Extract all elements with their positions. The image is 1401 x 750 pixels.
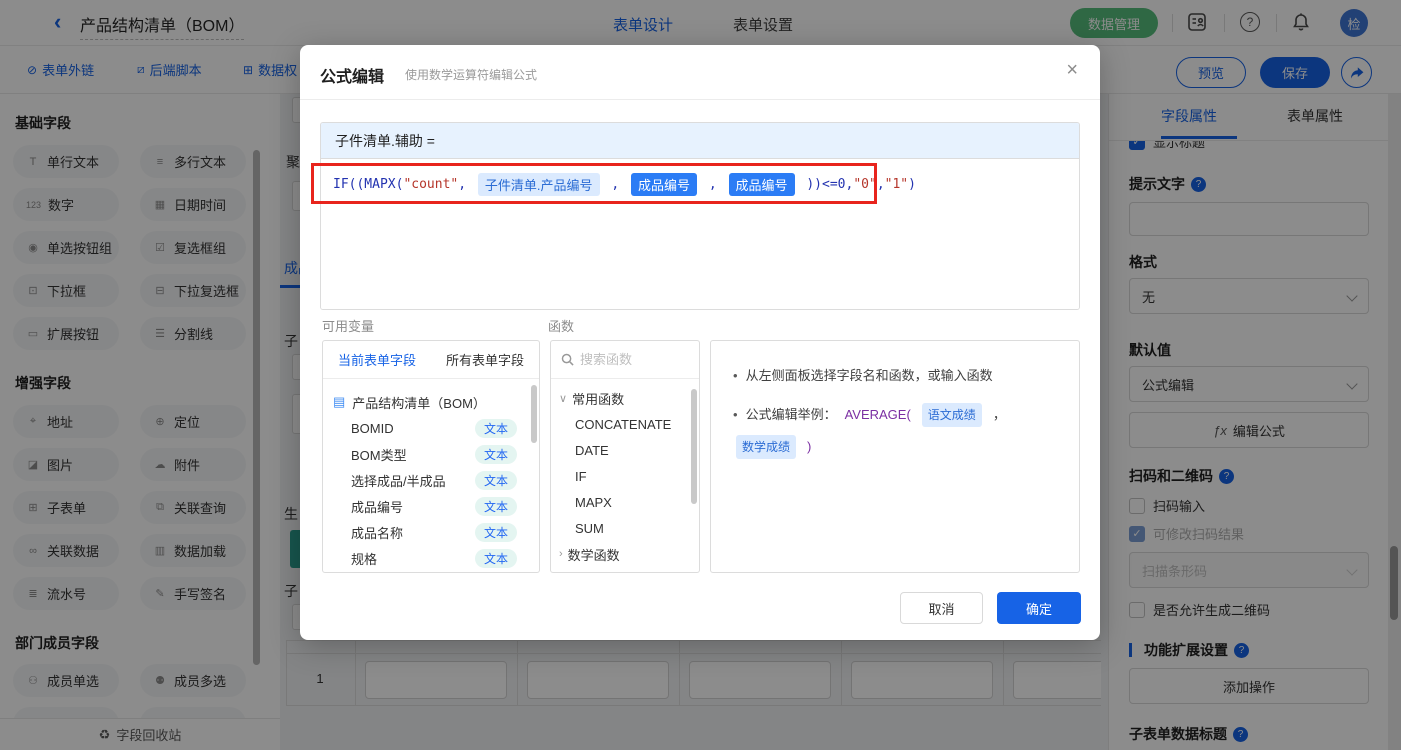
- help-line-1: • 从左侧面板选择字段名和函数，或输入函数: [733, 365, 1069, 387]
- type-badge: 文本: [474, 470, 517, 490]
- formula-box: 子件清单.辅助 = IF((MAPX("count", 子件清单.产品编号 , …: [320, 122, 1080, 310]
- group-label: 数学函数: [567, 547, 620, 563]
- group-label: 文本函数: [568, 571, 620, 573]
- help-line-2: • 公式编辑举例： AVERAGE( 语文成绩 ， 数学成绩 ): [733, 403, 1069, 459]
- cancel-button[interactable]: 取消: [900, 592, 983, 624]
- group-text-functions[interactable]: › 文本函数: [551, 567, 699, 573]
- tree-item[interactable]: 成品编号 文本: [333, 493, 531, 519]
- field-name: 规格: [351, 551, 378, 567]
- function-search[interactable]: [551, 341, 699, 379]
- functions-scrollbar[interactable]: [691, 389, 697, 504]
- group-math-functions[interactable]: › 数学函数: [551, 541, 699, 567]
- tree-item[interactable]: BOMID 文本: [333, 415, 531, 441]
- variables-scrollbar[interactable]: [531, 385, 537, 443]
- type-badge: 文本: [474, 548, 517, 568]
- function-item[interactable]: MAPX: [551, 489, 699, 515]
- tree-item[interactable]: 规格 文本: [333, 545, 531, 571]
- modal-title: 公式编辑: [320, 69, 385, 86]
- field-name: 成品编号: [351, 499, 404, 515]
- function-item[interactable]: IF: [551, 463, 699, 489]
- example-code: ): [807, 439, 812, 454]
- tab-all-form-fields[interactable]: 所有表单字段: [431, 350, 539, 369]
- code-token: ))<=0,: [798, 177, 854, 192]
- help-panel: • 从左侧面板选择字段名和函数，或输入函数 • 公式编辑举例： AVERAGE(…: [710, 340, 1080, 573]
- variables-label: 可用变量: [322, 319, 375, 334]
- bullet: •: [733, 407, 738, 422]
- document-icon: ▤: [333, 394, 346, 409]
- field-name: BOMID: [351, 420, 394, 436]
- tab-current-form-fields[interactable]: 当前表单字段: [323, 350, 431, 369]
- modal-header: 公式编辑 使用数学运算符编辑公式 ×: [300, 45, 1100, 100]
- function-search-input[interactable]: [580, 352, 675, 367]
- formula-editor-modal: 公式编辑 使用数学运算符编辑公式 × 子件清单.辅助 = IF((MAPX("c…: [300, 45, 1100, 640]
- type-badge: 文本: [474, 418, 517, 438]
- field-chip-selected[interactable]: 成品编号: [631, 173, 698, 196]
- function-item[interactable]: DATE: [551, 437, 699, 463]
- string-token: "count": [403, 177, 459, 192]
- field-chip-selected[interactable]: 成品编号: [728, 173, 795, 196]
- tree-root[interactable]: ▤ 产品结构清单（BOM）: [333, 389, 531, 415]
- help-text: 公式编辑举例：: [745, 407, 837, 422]
- variables-panel: 当前表单字段 所有表单字段 ▤ 产品结构清单（BOM） BOMID 文本 BOM类…: [322, 340, 540, 573]
- field-name: 选择成品/半成品: [351, 473, 446, 489]
- function-item[interactable]: SUM: [551, 515, 699, 541]
- close-icon[interactable]: ×: [1066, 59, 1078, 82]
- formula-line: IF((MAPX("count", 子件清单.产品编号 , 成品编号 , 成品编…: [321, 160, 1079, 196]
- field-chip-light[interactable]: 子件清单.产品编号: [477, 173, 600, 196]
- functions-label: 函数: [548, 319, 575, 334]
- string-token: "0": [853, 177, 877, 192]
- code-token: ): [908, 177, 916, 192]
- type-badge: 文本: [474, 522, 517, 542]
- functions-panel: ∨ 常用函数 CONCATENATE DATE IF MAPX SUM › 数学…: [550, 340, 700, 573]
- bullet: •: [733, 368, 738, 383]
- chevron-open-icon: ∨: [559, 392, 568, 405]
- code-token: IF((MAPX(: [333, 177, 404, 192]
- app: ‹ 产品结构清单（BOM） 表单设计 表单设置 数据管理 ? 检 ⊘ 表单外链 …: [0, 0, 1401, 750]
- example-chip: 数学成绩: [736, 435, 797, 459]
- code-token: ,: [876, 177, 885, 192]
- code-token: ,: [458, 177, 474, 192]
- search-icon: [561, 353, 574, 366]
- tree-root-label: 产品结构清单（BOM）: [352, 395, 486, 411]
- chevron-closed-icon: ›: [559, 548, 563, 560]
- tree-item[interactable]: 选择成品/半成品 文本: [333, 467, 531, 493]
- type-badge: 文本: [474, 444, 517, 464]
- type-badge: 文本: [474, 496, 517, 516]
- modal-subtitle: 使用数学运算符编辑公式: [405, 68, 538, 82]
- example-chip: 语文成绩: [921, 403, 982, 427]
- example-code: AVERAGE(: [844, 407, 911, 422]
- group-common-functions[interactable]: ∨ 常用函数: [551, 385, 699, 411]
- help-text: 从左侧面板选择字段名和函数，或输入函数: [745, 368, 993, 383]
- separator: ，: [992, 407, 1006, 422]
- formula-editor-area[interactable]: IF((MAPX("count", 子件清单.产品编号 , 成品编号 , 成品编…: [321, 160, 1079, 309]
- field-name: 成品名称: [351, 525, 404, 541]
- confirm-button[interactable]: 确定: [997, 592, 1081, 624]
- string-token: "1": [884, 177, 909, 192]
- field-name: BOM类型: [351, 447, 407, 463]
- tree-item[interactable]: BOM类型 文本: [333, 441, 531, 467]
- tree-item[interactable]: 成品名称 文本: [333, 519, 531, 545]
- code-token: ,: [603, 177, 628, 192]
- function-item[interactable]: CONCATENATE: [551, 411, 699, 437]
- variables-tree: ▤ 产品结构清单（BOM） BOMID 文本 BOM类型 文本 选择成品/半成品 文本…: [323, 379, 539, 571]
- variables-tabs: 当前表单字段 所有表单字段: [323, 341, 539, 379]
- group-label: 常用函数: [572, 391, 625, 407]
- code-token: ,: [701, 177, 725, 192]
- formula-target: 子件清单.辅助 =: [321, 123, 1079, 159]
